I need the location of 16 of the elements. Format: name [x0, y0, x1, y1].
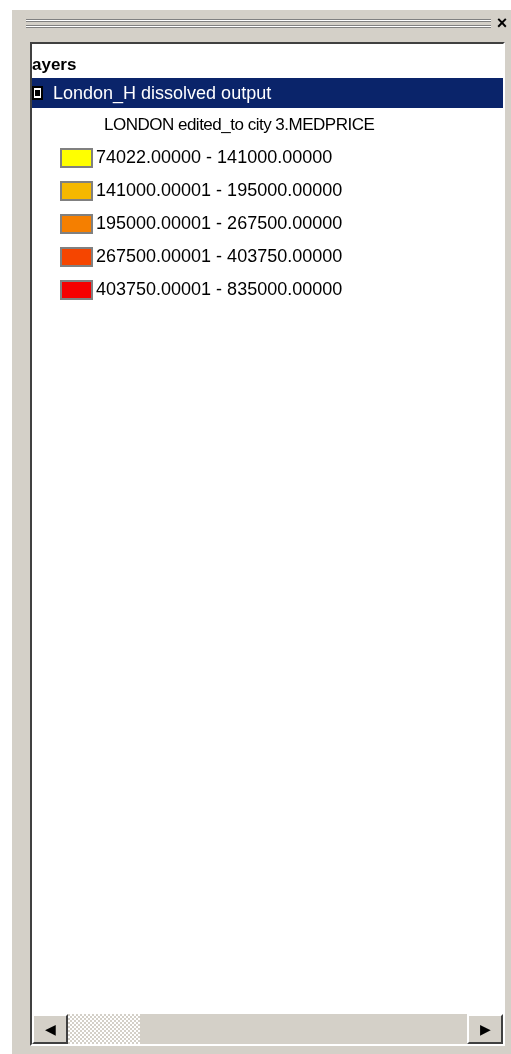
class-range: 195000.00001 - 267500.00000: [96, 212, 343, 235]
class-range: 267500.00001 - 403750.00000: [96, 245, 343, 268]
class-range: 141000.00001 - 195000.00000: [96, 179, 343, 202]
field-name: LONDON edited_to city 3.MEDPRICE: [103, 114, 376, 136]
class-range: 74022.00000 - 141000.00000: [96, 146, 333, 169]
close-button[interactable]: ×: [495, 14, 509, 32]
scroll-right-button[interactable]: ▶: [467, 1014, 503, 1044]
layer-name: London_H dissolved output: [53, 81, 272, 106]
scroll-thumb[interactable]: [68, 1014, 140, 1044]
layer-row[interactable]: London_H dissolved output: [32, 78, 503, 108]
class-range: 403750.00001 - 835000.00000: [96, 278, 343, 301]
layer-checkbox[interactable]: [32, 86, 43, 100]
layers-heading: ayers: [32, 54, 78, 76]
horizontal-scrollbar[interactable]: ◀ ▶: [32, 1014, 503, 1044]
grip-bar[interactable]: [26, 18, 491, 28]
scroll-left-button[interactable]: ◀: [32, 1014, 68, 1044]
